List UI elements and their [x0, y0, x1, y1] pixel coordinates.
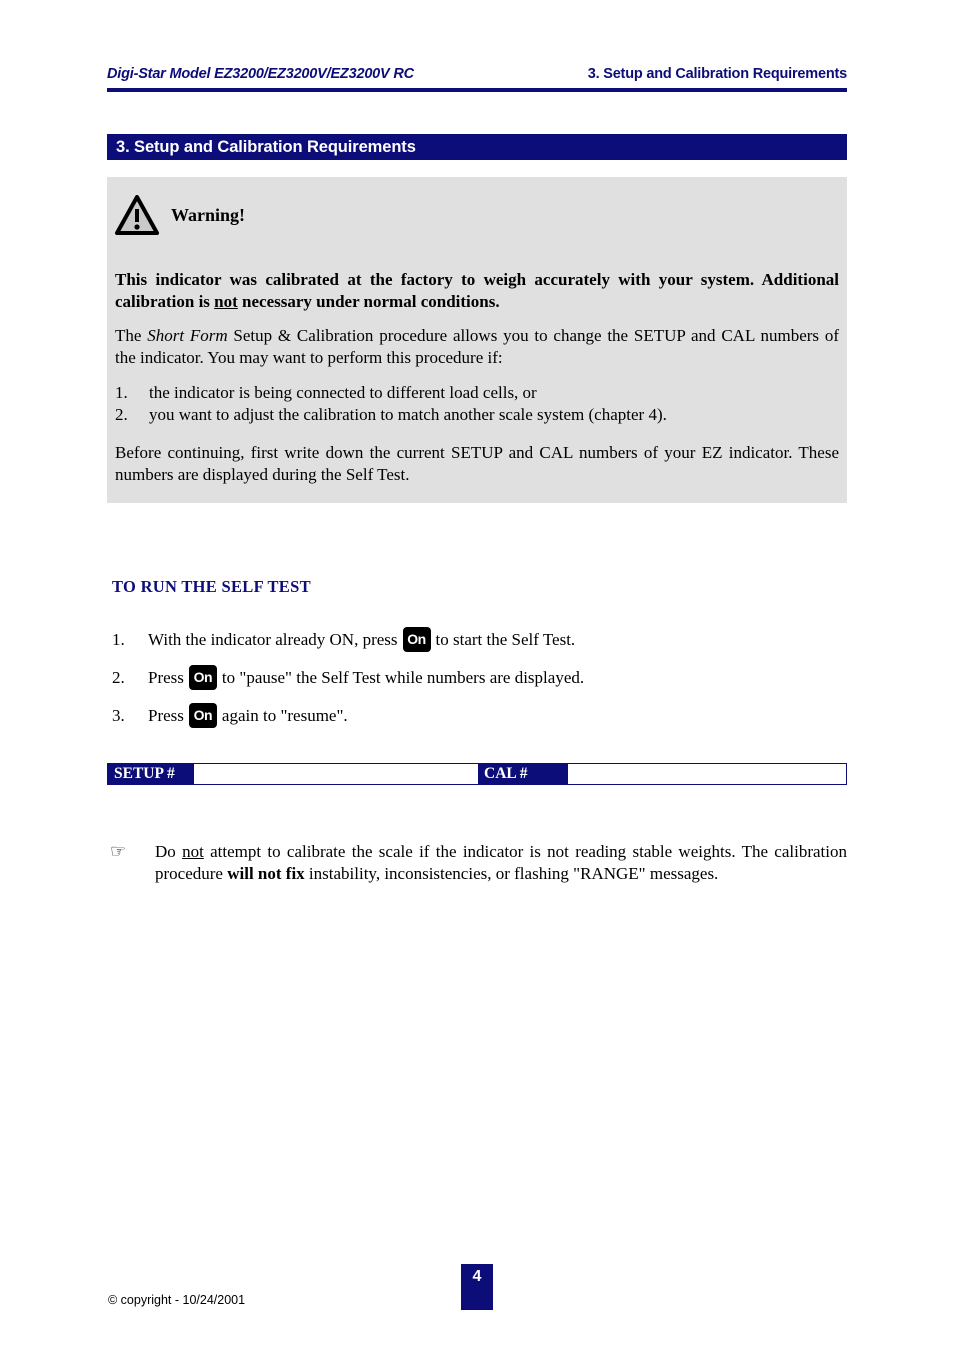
step-text-after: again to "resume". [221, 705, 348, 725]
note-part3: instability, inconsistencies, or flashin… [304, 863, 719, 883]
caution-note-text: Do not attempt to calibrate the scale if… [155, 841, 847, 884]
setup-number-field[interactable] [194, 764, 478, 784]
step-text-before: Press [148, 705, 184, 725]
cal-number-label: CAL # [478, 764, 568, 784]
page-number-badge: 4 [461, 1264, 493, 1310]
list-item-text: the indicator is being connected to diff… [149, 383, 537, 402]
step-number: 2. [112, 667, 125, 687]
running-header: Digi-Star Model EZ3200/EZ3200V/EZ3200V R… [107, 66, 847, 82]
on-key-button[interactable]: On [188, 702, 217, 728]
warning-label: Warning! [171, 204, 246, 225]
step-text-before: Press [148, 667, 184, 687]
note-bold: will not fix [227, 863, 305, 883]
step-text: Press On again to "resume". [148, 702, 348, 728]
caution-note: ☞ Do not attempt to calibrate the scale … [110, 841, 847, 884]
chapter-title-text: 3. Setup and Calibration Requirements [116, 137, 416, 156]
step-text-after: to "pause" the Self Test while numbers a… [221, 667, 585, 687]
header-model-title: Digi-Star Model EZ3200/EZ3200V/EZ3200V R… [107, 66, 414, 82]
note-part1: Do [155, 842, 183, 861]
note-underline: not [182, 842, 204, 861]
list-item-number: 2. [115, 404, 128, 424]
setup-cal-record-table: SETUP # CAL # [107, 763, 847, 785]
on-key-button[interactable]: On [402, 626, 431, 652]
warning-bold-emphasis: not [214, 291, 238, 311]
warning-bold-paragraph: This indicator was calibrated at the fac… [115, 269, 839, 312]
warning-header: Warning! [115, 195, 245, 235]
selftest-heading: TO RUN THE SELF TEST [112, 577, 311, 596]
list-item: 2. Press On to "pause" the Self Test whi… [112, 658, 847, 696]
setup-number-label: SETUP # [108, 764, 194, 784]
pointing-hand-icon: ☞ [110, 841, 127, 862]
step-text-after: to start the Self Test. [435, 629, 576, 649]
short-form-paragraph: The Short Form Setup & Calibration proce… [115, 325, 839, 368]
step-number: 1. [112, 629, 125, 649]
short-form-italic: Short Form [147, 326, 228, 345]
header-rule [107, 88, 847, 92]
warning-callout-box: Warning! This indicator was calibrated a… [107, 177, 847, 503]
document-page: Digi-Star Model EZ3200/EZ3200V/EZ3200V R… [0, 0, 954, 1351]
list-item-number: 1. [115, 383, 128, 402]
warning-reason-list: 1. the indicator is being connected to d… [115, 382, 839, 425]
step-text-before: With the indicator already ON, press [148, 629, 398, 649]
list-item-text: you want to adjust the calibration to ma… [149, 404, 667, 424]
step-text: With the indicator already ON, press On … [148, 626, 576, 652]
step-text: Press On to "pause" the Self Test while … [148, 664, 585, 690]
warning-triangle-icon [115, 195, 159, 235]
list-item: 2. you want to adjust the calibration to… [115, 404, 839, 426]
chapter-title-bar: 3. Setup and Calibration Requirements [107, 134, 847, 160]
short-form-part1: The [115, 326, 148, 345]
copyright-text: © copyright - 10/24/2001 [108, 1293, 246, 1307]
warning-bold-part2: necessary under normal conditions. [237, 291, 500, 311]
cal-number-field[interactable] [568, 764, 846, 784]
list-item: 1. the indicator is being connected to d… [115, 382, 839, 404]
selftest-steps: 1. With the indicator already ON, press … [112, 620, 847, 734]
on-key-button[interactable]: On [188, 664, 217, 690]
step-number: 3. [112, 705, 125, 725]
list-item: 3. Press On again to "resume". [112, 696, 847, 734]
header-chapter-title: 3. Setup and Calibration Requirements [587, 66, 847, 82]
list-item: 1. With the indicator already ON, press … [112, 620, 847, 658]
before-continuing-paragraph: Before continuing, first write down the … [115, 443, 839, 484]
